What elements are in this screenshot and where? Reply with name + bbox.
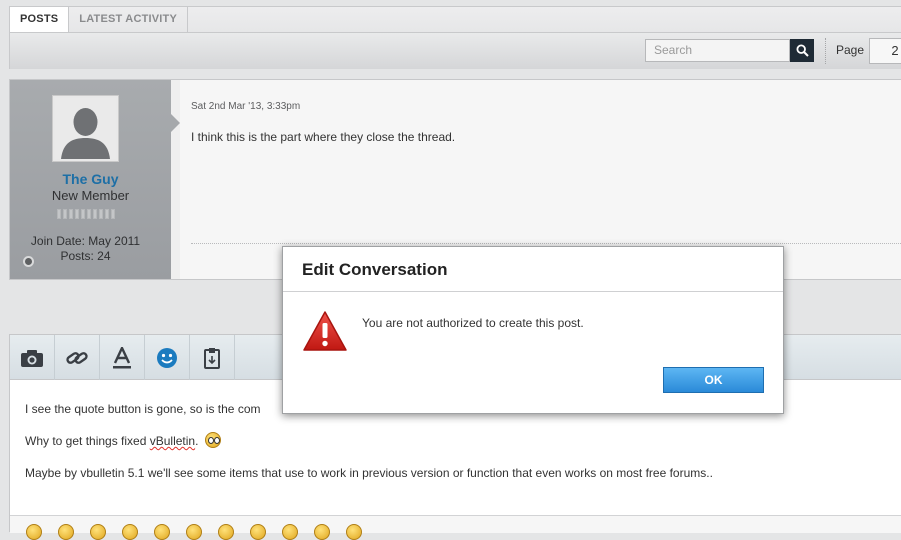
camera-icon bbox=[21, 349, 43, 367]
edit-conversation-dialog: Edit Conversation You are not authorized… bbox=[282, 246, 784, 414]
post-text: I think this is the part where they clos… bbox=[191, 130, 456, 144]
clipboard-icon bbox=[204, 347, 220, 369]
online-status-icon bbox=[23, 256, 34, 267]
editor-line-2: Why to get things fixed vBulletin. bbox=[25, 432, 713, 450]
editor-line-2-text: Why to get things fixed bbox=[25, 434, 150, 448]
smiley-icon[interactable] bbox=[26, 524, 42, 540]
text-format-button[interactable] bbox=[100, 335, 145, 380]
editor-line-2-end: . bbox=[195, 434, 199, 448]
top-bar: POSTS LATEST ACTIVITY Search Page 2 bbox=[9, 6, 901, 69]
user-info-panel: The Guy New Member Join Date: May 2011 P… bbox=[10, 80, 180, 279]
tab-latest-activity[interactable]: LATEST ACTIVITY bbox=[69, 7, 189, 32]
avatar[interactable] bbox=[52, 95, 119, 162]
editor-line-3: Maybe by vbulletin 5.1 we'll see some it… bbox=[25, 466, 713, 480]
smiley-icon bbox=[157, 347, 177, 368]
ok-button[interactable]: OK bbox=[663, 367, 764, 393]
reputation-bar bbox=[57, 209, 115, 219]
insert-link-button[interactable] bbox=[55, 335, 100, 380]
attach-file-button[interactable] bbox=[190, 335, 235, 380]
search-icon bbox=[795, 44, 809, 57]
smiley-icon[interactable] bbox=[282, 524, 298, 540]
user-title: New Member bbox=[51, 188, 130, 203]
tab-posts[interactable]: POSTS bbox=[10, 7, 70, 33]
tab-strip: POSTS LATEST ACTIVITY bbox=[10, 7, 189, 33]
smiley-icon[interactable] bbox=[218, 524, 234, 540]
smiley-icon[interactable] bbox=[90, 524, 106, 540]
join-date: Join Date: May 2011 bbox=[30, 234, 141, 248]
page-label: Page bbox=[836, 43, 865, 57]
smiley-icon[interactable] bbox=[250, 524, 266, 540]
search-button[interactable] bbox=[790, 39, 814, 62]
dialog-message: You are not authorized to create this po… bbox=[362, 316, 584, 330]
editor-content[interactable]: I see the quote button is gone, so is th… bbox=[25, 400, 713, 496]
link-icon bbox=[66, 351, 88, 364]
warning-icon bbox=[302, 310, 348, 357]
smiley-icon[interactable] bbox=[346, 524, 362, 540]
smiley-icon[interactable] bbox=[58, 524, 74, 540]
toolbar-divider bbox=[825, 38, 826, 64]
dialog-title: Edit Conversation bbox=[283, 247, 783, 292]
smiley-icon[interactable] bbox=[122, 524, 138, 540]
default-avatar-icon bbox=[55, 98, 116, 159]
smiley-palette bbox=[10, 515, 901, 540]
smiley-icon[interactable] bbox=[186, 524, 202, 540]
page-number-input[interactable]: 2 bbox=[869, 38, 901, 64]
text-format-icon bbox=[113, 346, 131, 368]
toolbar-row: Search Page 2 bbox=[10, 32, 901, 69]
misspelled-word: vBulletin bbox=[149, 434, 196, 448]
insert-smiley-button[interactable] bbox=[145, 335, 190, 380]
smiley-icon[interactable] bbox=[154, 524, 170, 540]
username-link[interactable]: The Guy bbox=[10, 171, 171, 187]
insert-image-button[interactable] bbox=[10, 335, 55, 380]
smiley-icon[interactable] bbox=[314, 524, 330, 540]
search-input[interactable]: Search bbox=[645, 39, 790, 62]
post-date: Sat 2nd Mar '13, 3:33pm bbox=[191, 101, 301, 112]
post-divider bbox=[191, 243, 901, 244]
rolleyes-smiley-icon bbox=[204, 432, 221, 448]
